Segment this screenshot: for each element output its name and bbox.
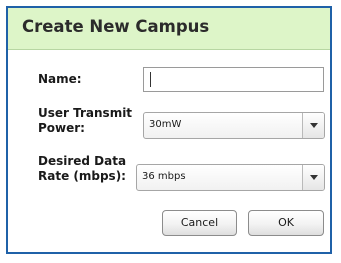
- chevron-down-icon: [310, 123, 318, 128]
- data-rate-label-line2: Rate (mbps):: [38, 169, 126, 183]
- cancel-button[interactable]: Cancel: [162, 210, 237, 236]
- dialog-title: Create New Campus: [22, 17, 210, 36]
- name-label: Name:: [38, 72, 82, 86]
- data-rate-value: 36 mbps: [142, 171, 186, 182]
- name-input[interactable]: [143, 67, 324, 92]
- transmit-power-label-line2: Power:: [38, 121, 85, 135]
- ok-button[interactable]: OK: [248, 210, 324, 236]
- data-rate-label-line1: Desired Data: [38, 154, 127, 168]
- data-rate-label: Desired Data Rate (mbps):: [38, 154, 126, 184]
- transmit-power-value: 30mW: [149, 119, 182, 130]
- text-caret: [150, 72, 151, 87]
- transmit-power-label-line1: User Transmit: [38, 106, 133, 120]
- transmit-power-select[interactable]: 30mW: [143, 112, 325, 139]
- data-rate-dropdown-button[interactable]: [302, 165, 324, 190]
- create-campus-dialog: Create New Campus Name: User Transmit Po…: [6, 6, 332, 254]
- chevron-down-icon: [310, 175, 318, 180]
- data-rate-select[interactable]: 36 mbps: [136, 164, 325, 191]
- transmit-power-label: User Transmit Power:: [38, 106, 132, 136]
- dialog-header: Create New Campus: [8, 8, 330, 50]
- transmit-power-dropdown-button[interactable]: [302, 113, 324, 138]
